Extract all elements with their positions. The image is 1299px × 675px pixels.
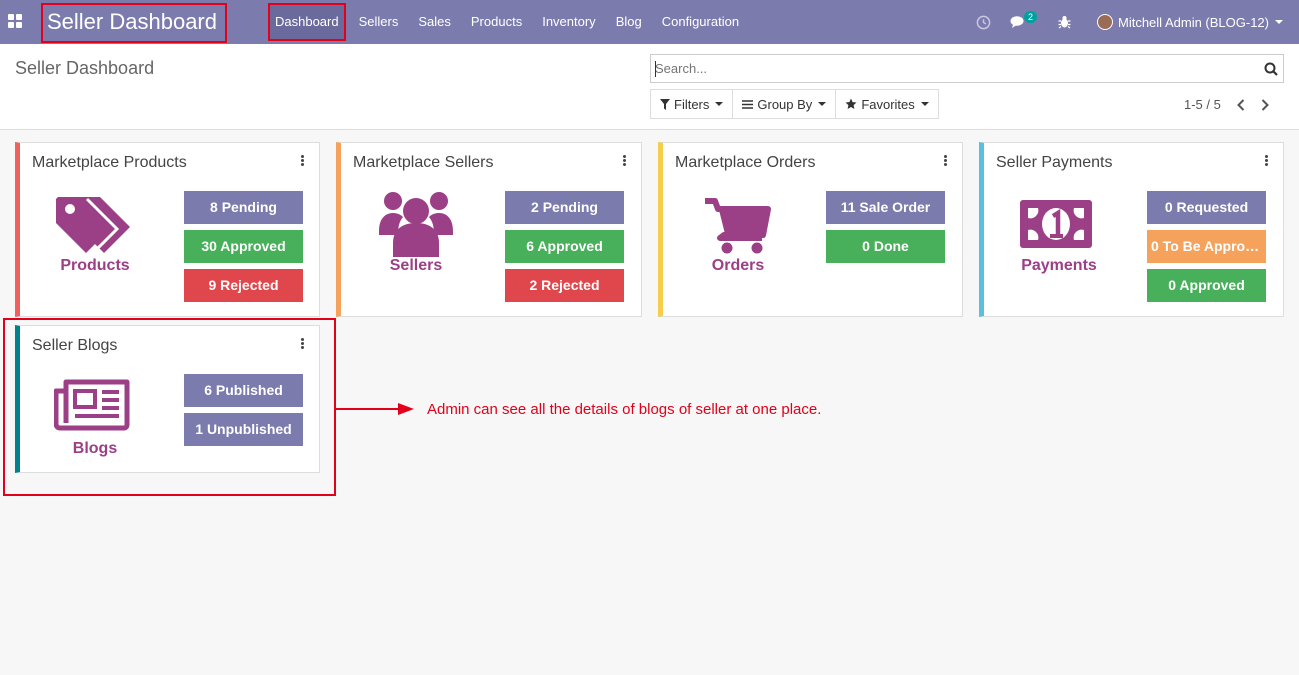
user-name: Mitchell Admin (BLOG-12) (1118, 14, 1269, 30)
star-icon (845, 98, 857, 109)
filters-label: Filters (674, 96, 710, 112)
chat-count-badge: 2 (1024, 11, 1038, 23)
page-title: Seller Dashboard (15, 58, 155, 78)
card-title: Marketplace Products (32, 154, 187, 171)
user-avatar (1097, 14, 1113, 30)
activity-clock-icon[interactable] (976, 0, 991, 44)
top-navbar: Seller Dashboard Dashboard Sellers Sales… (0, 0, 1299, 44)
favorites-label: Favorites (861, 96, 915, 112)
card-title: Marketplace Sellers (353, 154, 494, 171)
stat-approved[interactable]: 0 Approved (1147, 269, 1266, 302)
shopping-cart-icon[interactable] (705, 198, 771, 254)
menu-item-products[interactable]: Products (461, 3, 532, 41)
card-label[interactable]: Sellers (356, 257, 476, 275)
annotation-arrow (336, 403, 414, 415)
stat-sale-order[interactable]: 11 Sale Order (826, 191, 945, 224)
card-options-icon[interactable] (623, 155, 626, 166)
search-icon[interactable] (1264, 62, 1278, 76)
annotation-text: Admin can see all the details of blogs o… (427, 401, 822, 418)
card-label[interactable]: Products (35, 257, 155, 275)
menu-item-sales[interactable]: Sales (408, 3, 461, 41)
stat-rejected[interactable]: 2 Rejected (505, 269, 624, 302)
stat-to-be-approved[interactable]: 0 To Be Approved (1147, 230, 1266, 263)
card-options-icon[interactable] (1265, 155, 1268, 166)
pager-next-icon[interactable] (1261, 98, 1269, 111)
card-options-icon[interactable] (301, 155, 304, 166)
menu-item-inventory[interactable]: Inventory (532, 3, 605, 41)
messaging-chat-icon[interactable]: 2 (1010, 0, 1038, 44)
tags-icon[interactable] (56, 195, 132, 253)
main-menu: Dashboard Sellers Sales Products Invento… (268, 2, 749, 42)
apps-menu-icon[interactable] (8, 14, 22, 28)
card-label[interactable]: Orders (678, 257, 798, 275)
pager: 1-5 / 5 (1184, 97, 1269, 112)
menu-item-dashboard[interactable]: Dashboard (268, 3, 346, 41)
favorites-caret-icon (920, 102, 929, 106)
control-panel: Seller Dashboard Filters Group By Favori… (0, 44, 1299, 130)
filter-icon (660, 98, 670, 110)
card-options-icon[interactable] (944, 155, 947, 166)
stat-rejected[interactable]: 9 Rejected (184, 269, 303, 302)
filters-button[interactable]: Filters (650, 89, 734, 119)
filters-caret-icon (715, 102, 724, 106)
stat-pending[interactable]: 8 Pending (184, 191, 303, 224)
pager-value[interactable]: 1-5 / 5 (1184, 97, 1221, 112)
stat-approved[interactable]: 6 Approved (505, 230, 624, 263)
stat-done[interactable]: 0 Done (826, 230, 945, 263)
card-seller-payments: Seller Payments Payments 0 Requested 0 T… (979, 142, 1284, 317)
search-options: Filters Group By Favorites (650, 89, 939, 119)
card-title: Marketplace Orders (675, 154, 816, 171)
user-menu[interactable]: Mitchell Admin (BLOG-12) (1097, 0, 1283, 44)
stat-requested[interactable]: 0 Requested (1147, 191, 1266, 224)
text-cursor (655, 61, 656, 77)
card-label[interactable]: Payments (999, 257, 1119, 275)
search-input[interactable] (651, 55, 1251, 82)
search-box (650, 54, 1284, 83)
card-title: Seller Payments (996, 154, 1113, 171)
group-by-button[interactable]: Group By (732, 89, 837, 119)
users-icon[interactable] (379, 191, 453, 257)
annotation-highlight-box (3, 318, 336, 496)
menu-item-blog[interactable]: Blog (606, 3, 652, 41)
debug-bug-icon[interactable] (1058, 0, 1071, 44)
group-by-caret-icon (818, 102, 827, 106)
app-brand-title[interactable]: Seller Dashboard (41, 3, 227, 43)
favorites-button[interactable]: Favorites (835, 89, 939, 119)
card-marketplace-orders: Marketplace Orders Orders 11 Sale Order … (658, 142, 963, 317)
money-bill-icon[interactable] (1020, 200, 1092, 248)
stat-approved[interactable]: 30 Approved (184, 230, 303, 263)
group-by-label: Group By (757, 96, 813, 112)
pager-previous-icon[interactable] (1236, 98, 1245, 111)
stat-pending[interactable]: 2 Pending (505, 191, 624, 224)
card-marketplace-products: Marketplace Products Products 8 Pending … (15, 142, 320, 317)
card-marketplace-sellers: Marketplace Sellers Sellers 2 Pending 6 … (336, 142, 642, 317)
list-icon (742, 99, 754, 109)
menu-item-sellers[interactable]: Sellers (349, 3, 409, 41)
user-caret-icon (1275, 20, 1283, 24)
menu-item-configuration[interactable]: Configuration (652, 3, 749, 41)
